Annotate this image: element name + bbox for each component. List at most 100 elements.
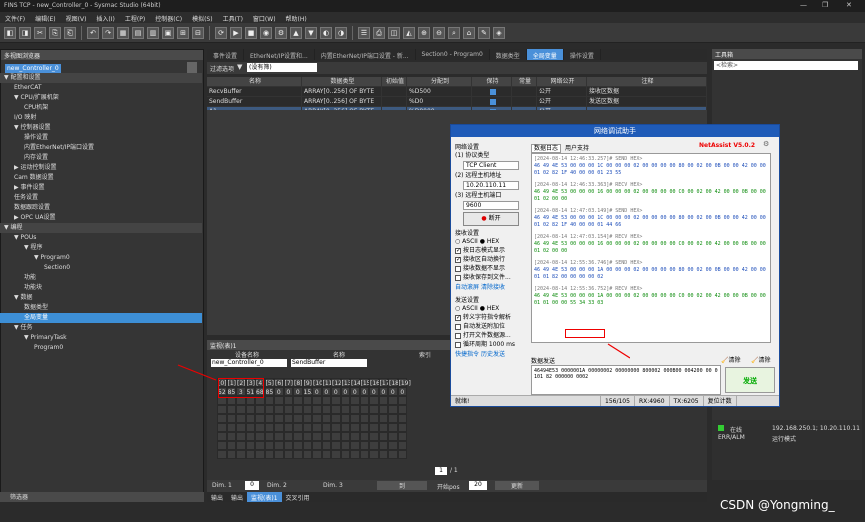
toolbar-button-icon[interactable]: ⎘ [49, 26, 61, 39]
table-cell[interactable]: SendBuffer [207, 97, 302, 106]
bottom-tab[interactable]: 输出 [227, 492, 247, 502]
toolbar-button-icon[interactable]: ⎙ [373, 26, 385, 39]
table-cell[interactable]: 发送区数据 [587, 97, 707, 106]
toolbar-button-icon[interactable]: ☰ [358, 26, 370, 39]
toolbar-button-icon[interactable]: ⎗ [64, 26, 76, 39]
data-log[interactable]: [2024-08-14 12:46:33.257]# SEND HEX> 46 4… [531, 153, 771, 343]
editor-tab[interactable]: 事件设置 [207, 49, 245, 60]
table-row[interactable]: RecvBuffer ARRAY[0..256] OF BYTE %D500 公开 接收… [207, 87, 707, 97]
toolbar-button-icon[interactable]: ◐ [320, 26, 332, 39]
toolbar-button-icon[interactable]: ◉ [260, 26, 272, 39]
dim1-input[interactable]: 0 [245, 481, 259, 490]
menu-item[interactable]: 控制器(C) [150, 12, 187, 23]
toolbar-button-icon[interactable]: ↶ [87, 26, 99, 39]
checkbox[interactable] [455, 313, 461, 322]
tree-item[interactable]: ▼ 程序 [0, 243, 202, 253]
filter-bar[interactable]: 筛选器 [0, 492, 204, 502]
tree-item[interactable]: ▶ 事件设置 [0, 183, 202, 193]
toolbar-button-icon[interactable]: ◨ [19, 26, 31, 39]
menu-item[interactable]: 工具(T) [218, 12, 248, 23]
toolbar-button-icon[interactable]: ▥ [147, 26, 159, 39]
tree-item[interactable]: ▼ POUs [0, 233, 202, 243]
table-cell[interactable]: 公开 [537, 97, 587, 106]
host-input[interactable]: 10.20.110.11 [463, 181, 519, 190]
tree-item[interactable]: CPU机架 [0, 103, 202, 113]
tree-item[interactable]: Section0 [0, 263, 202, 273]
tree-item[interactable]: 操作设置 [0, 133, 202, 143]
tree-item[interactable]: Cam 数据设置 [0, 173, 202, 183]
toolbox-search[interactable]: <检索> [714, 61, 858, 70]
editor-tab[interactable]: 操作设置 [564, 49, 601, 60]
checkbox[interactable] [455, 246, 461, 255]
tree-item[interactable]: ▼ 编程 [0, 223, 202, 233]
device-selector[interactable]: new_Controller_0 ▾ [5, 64, 61, 81]
tree-item[interactable]: ▶ OPC UA设置 [0, 213, 202, 223]
menu-item[interactable]: 视图(V) [61, 12, 92, 23]
port-input[interactable]: 9600 [463, 201, 519, 210]
minimize-icon[interactable]: — [800, 1, 807, 9]
editor-tab[interactable]: 数据类型 [490, 49, 527, 60]
tree-item[interactable]: 功能块 [0, 283, 202, 293]
menu-item[interactable]: 帮助(H) [281, 12, 312, 23]
toolbar-button-icon[interactable]: ▶ [230, 26, 242, 39]
menu-item[interactable]: 工程(P) [120, 12, 150, 23]
table-cell[interactable] [382, 87, 407, 96]
bottom-tab[interactable]: 输出 [207, 492, 227, 502]
table-cell[interactable]: RecvBuffer [207, 87, 302, 96]
toolbar-button-icon[interactable]: ⚙ [275, 26, 287, 39]
option-row[interactable]: 按日志模式显示 [455, 246, 527, 255]
table-cell[interactable]: ARRAY[0..256] OF BYTE [302, 97, 382, 106]
bottom-tab[interactable]: 监视(表)1 [247, 492, 282, 502]
bottom-tab[interactable]: 交叉引用 [282, 492, 314, 502]
filter-select[interactable]: (没有筛) [247, 63, 317, 72]
send-button[interactable]: 发送 [725, 367, 775, 393]
toolbar-button-icon[interactable]: ◧ [4, 26, 16, 39]
table-cell[interactable]: %D500 [407, 87, 472, 96]
table-cell[interactable]: 公开 [537, 87, 587, 96]
tree-item[interactable]: ▼ CPU/扩展机架 [0, 93, 202, 103]
update-button[interactable]: 更新 [495, 481, 539, 490]
tree-item[interactable]: 任务设置 [0, 193, 202, 203]
toolbar-button-icon[interactable]: ▲ [290, 26, 302, 39]
tree-item[interactable]: 数据类型 [0, 303, 202, 313]
pos-input[interactable]: 20 [469, 481, 487, 490]
tree-item[interactable]: ▼ 配置和设置 [0, 73, 202, 83]
tree-item[interactable]: ▼ 数据 [0, 293, 202, 303]
toolbar-button-icon[interactable]: ◫ [388, 26, 400, 39]
checkbox-icon[interactable] [489, 99, 496, 105]
menu-item[interactable]: 编辑(E) [30, 12, 60, 23]
menu-item[interactable]: 插入(I) [91, 12, 119, 23]
menu-item[interactable]: 文件(F) [0, 12, 30, 23]
send-mode[interactable]: ○ ASCII ● HEX [455, 304, 527, 313]
table-cell[interactable] [512, 87, 537, 96]
toolbar-button-icon[interactable]: ⌕ [448, 26, 460, 39]
table-cell[interactable] [382, 97, 407, 106]
status-field[interactable]: 复位计数 [704, 396, 737, 406]
checkbox-icon[interactable] [489, 89, 496, 95]
table-cell[interactable]: 接收区数据 [587, 87, 707, 96]
toolbar-button-icon[interactable]: ⌂ [463, 26, 475, 39]
toolbar-button-icon[interactable]: ⟳ [215, 26, 227, 39]
filter-icon[interactable]: ▼ [237, 63, 242, 71]
checkbox[interactable] [455, 274, 461, 281]
table-cell[interactable]: %D0 [407, 97, 472, 106]
tab-user-support[interactable]: 用户支持 [563, 145, 591, 152]
toolbar-button-icon[interactable]: ▤ [132, 26, 144, 39]
clear-button[interactable]: 🧹清除 [721, 355, 741, 364]
protocol-select[interactable]: TCP Client [463, 161, 519, 170]
toolbar-button-icon[interactable]: ⊟ [192, 26, 204, 39]
tab-data-log[interactable]: 数据日志 [531, 144, 562, 153]
editor-tab[interactable]: 全局变量 [526, 49, 564, 60]
toolbar-button-icon[interactable]: ⊖ [433, 26, 445, 39]
clear-all-button[interactable]: 🧹清除 [751, 355, 771, 364]
table-cell[interactable] [512, 97, 537, 106]
toolbar-button-icon[interactable]: ◑ [335, 26, 347, 39]
menu-item[interactable]: 窗口(W) [248, 12, 281, 23]
toolbar-button-icon[interactable]: ▣ [162, 26, 174, 39]
to-button[interactable]: 到 [377, 481, 427, 490]
toolbar-button-icon[interactable]: ◭ [403, 26, 415, 39]
toolbar-button-icon[interactable]: ✎ [478, 26, 490, 39]
toolbar-button-icon[interactable]: ▦ [117, 26, 129, 39]
toolbar-button-icon[interactable]: ▼ [305, 26, 317, 39]
editor-tab[interactable]: Section0 - Program0 [416, 49, 490, 60]
